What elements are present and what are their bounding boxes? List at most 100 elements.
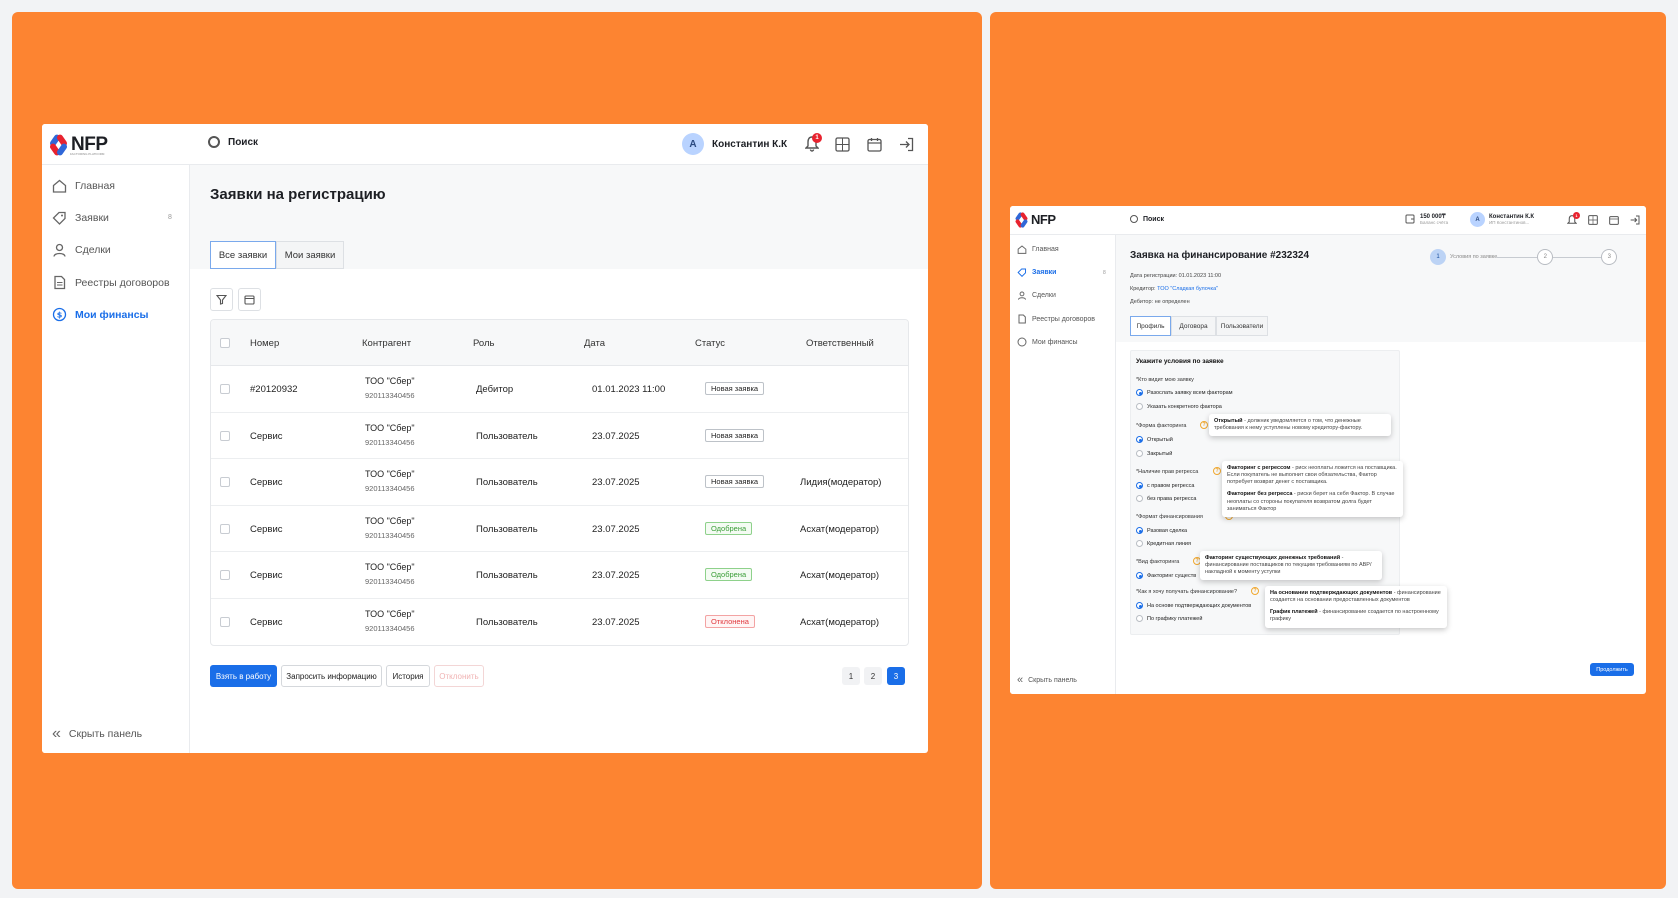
option-send-all[interactable]: Разослать заявку всем факторам bbox=[1136, 389, 1232, 396]
help-icon[interactable]: ? bbox=[1213, 467, 1221, 475]
search[interactable]: Поиск bbox=[208, 136, 258, 148]
sidebar-item-label: Заявки bbox=[75, 212, 109, 224]
request-info-button[interactable]: Запросить информацию bbox=[281, 665, 382, 687]
logout-button[interactable] bbox=[1628, 213, 1642, 227]
cell-date: 23.07.2025 bbox=[592, 570, 640, 581]
bell-button[interactable]: 1 bbox=[802, 133, 822, 154]
row-checkbox[interactable] bbox=[220, 523, 230, 534]
take-in-work-button[interactable]: Взять в работу bbox=[210, 665, 277, 687]
stepper: 1 Условия по заявке 2 3 bbox=[1430, 249, 1618, 265]
collapse-sidebar-button[interactable]: « Скрыть панель bbox=[1017, 674, 1077, 686]
tooltip-factoring-type: Факторинг существующих денежных требован… bbox=[1200, 551, 1382, 581]
table-row[interactable]: Сервис ТОО "Сбер" 920113340456 Пользователь… bbox=[211, 506, 908, 552]
history-button[interactable]: История bbox=[386, 665, 430, 687]
help-icon[interactable]: ? bbox=[1200, 421, 1208, 429]
calendar-button[interactable] bbox=[864, 134, 884, 154]
row-checkbox[interactable] bbox=[220, 570, 230, 580]
brand-subtitle: FACTORING PLATFORM bbox=[70, 152, 105, 156]
sidebar-item-requests[interactable]: Заявки bbox=[52, 211, 109, 225]
sidebar-item-home[interactable]: Главная bbox=[52, 179, 115, 193]
dollar-icon: $ bbox=[52, 307, 67, 322]
sidebar-item-home[interactable]: Главная bbox=[1017, 245, 1059, 254]
table-row[interactable]: #20120932 ТОО "Сбер" 920113340456 Дебитор 01… bbox=[211, 366, 908, 413]
row-checkbox[interactable] bbox=[220, 616, 230, 627]
page-2-button[interactable]: 2 bbox=[864, 667, 882, 685]
cell-number: #20120932 bbox=[250, 384, 298, 395]
radio-icon bbox=[1136, 450, 1143, 457]
option-label: Факторинг существ bbox=[1147, 572, 1197, 579]
tab-users[interactable]: Пользователи bbox=[1216, 316, 1268, 336]
logo-mark-icon bbox=[1014, 211, 1029, 229]
tooltip-financing-method: На основании подтверждающих документов -… bbox=[1265, 586, 1447, 628]
status-badge: Новая заявка bbox=[705, 428, 765, 442]
sidebar-item-label: Реестры договоров bbox=[75, 276, 170, 289]
option-label: без права регресса bbox=[1147, 495, 1197, 502]
option-without-recourse[interactable]: без права регресса bbox=[1136, 495, 1196, 502]
calendar-icon bbox=[866, 137, 882, 152]
col-responsible: Ответственный bbox=[806, 338, 874, 349]
creditor-link[interactable]: ТОО "Сладкая булочка" bbox=[1157, 286, 1218, 292]
calculator-button[interactable] bbox=[832, 134, 852, 154]
date-filter-button[interactable] bbox=[238, 288, 261, 311]
sidebar-item-finances[interactable]: Мои финансы bbox=[1017, 337, 1077, 347]
table-row[interactable]: Сервис ТОО "Сбер" 920113340456 Пользователь… bbox=[211, 413, 908, 459]
tab-contracts[interactable]: Договора bbox=[1171, 316, 1216, 336]
sidebar-item-deals[interactable]: Сделки bbox=[52, 243, 111, 257]
option-closed[interactable]: Закрытый bbox=[1136, 450, 1172, 457]
radio-icon bbox=[1136, 540, 1143, 547]
tooltip-term: Открытый bbox=[1214, 418, 1243, 424]
option-one-time-deal[interactable]: Разовая сделка bbox=[1136, 527, 1187, 534]
calculator-button[interactable] bbox=[1586, 213, 1600, 227]
tooltip-open-factoring: Открытый - должник уведомляется о том, ч… bbox=[1209, 414, 1391, 437]
help-icon[interactable]: ? bbox=[1251, 587, 1259, 595]
option-credit-line[interactable]: Кредитная линия bbox=[1136, 540, 1191, 547]
top-bar: NFP Поиск 150 000₸ Баланс счёта А Конста… bbox=[1010, 206, 1646, 235]
option-supporting-documents[interactable]: На основе подтверждающих документов bbox=[1136, 602, 1251, 609]
avatar: А bbox=[1470, 212, 1485, 227]
tab-my-requests[interactable]: Мои заявки bbox=[276, 241, 344, 269]
sidebar: Главная Заявки 8 Сделки Реестры договоро… bbox=[1010, 235, 1116, 694]
sidebar-item-finances[interactable]: $ Мои финансы bbox=[52, 307, 149, 322]
collapse-sidebar-button[interactable]: « Скрыть панель bbox=[52, 725, 142, 743]
logout-button[interactable] bbox=[896, 134, 916, 154]
option-label: Разовая сделка bbox=[1147, 527, 1188, 534]
table-row[interactable]: Сервис ТОО "Сбер" 920113340456 Пользователь… bbox=[211, 459, 908, 506]
user-menu[interactable]: А Константин К.К ИП Константинов... bbox=[1470, 212, 1534, 227]
tab-all-requests[interactable]: Все заявки bbox=[210, 241, 276, 269]
filter-icon bbox=[216, 294, 227, 305]
option-existing-claims[interactable]: Факторинг существ bbox=[1136, 572, 1196, 579]
row-checkbox[interactable] bbox=[220, 430, 230, 441]
continue-button[interactable]: Продолжить bbox=[1590, 663, 1634, 676]
row-checkbox[interactable] bbox=[220, 384, 230, 394]
radio-icon bbox=[1136, 527, 1143, 534]
cell-date: 23.07.2025 bbox=[592, 430, 640, 442]
logout-icon bbox=[899, 137, 913, 151]
option-specific-factor[interactable]: Указать конкретного фактора bbox=[1136, 403, 1222, 410]
tab-profile[interactable]: Профиль bbox=[1130, 316, 1171, 336]
step-connector bbox=[1497, 256, 1538, 258]
balance[interactable]: 150 000₸ Баланс счёта bbox=[1405, 213, 1448, 225]
cell-counterparty: ТОО "Сбер" bbox=[365, 515, 415, 526]
sidebar-item-registries[interactable]: Реестры договоров bbox=[1017, 314, 1095, 324]
sidebar-item-registries[interactable]: Реестры договоров bbox=[52, 275, 170, 290]
row-checkbox[interactable] bbox=[220, 477, 230, 487]
page-1-button[interactable]: 1 bbox=[842, 667, 860, 685]
sidebar-item-deals[interactable]: Сделки bbox=[1017, 291, 1056, 300]
reject-button[interactable]: Отклонить bbox=[434, 665, 484, 687]
table-row[interactable]: Сервис ТОО "Сбер" 920113340456 Пользователь… bbox=[211, 599, 908, 646]
table-row[interactable]: Сервис ТОО "Сбер" 920113340456 Пользователь… bbox=[211, 552, 908, 599]
option-payment-schedule[interactable]: По графику платежей bbox=[1136, 615, 1202, 622]
user-menu[interactable]: А Константин К.К bbox=[682, 133, 787, 155]
cell-counterparty-id: 920113340456 bbox=[365, 530, 415, 540]
filter-button[interactable] bbox=[210, 288, 233, 311]
bell-button[interactable]: 1 bbox=[1565, 212, 1580, 227]
select-all-checkbox[interactable] bbox=[220, 338, 230, 348]
question-receive-financing: *Как я хочу получать финансирование? bbox=[1136, 589, 1238, 595]
status-badge: Новая заявка bbox=[705, 382, 765, 395]
search[interactable]: Поиск bbox=[1130, 215, 1164, 223]
option-open[interactable]: Открытый bbox=[1136, 436, 1173, 443]
option-with-recourse[interactable]: с правом регресса bbox=[1136, 482, 1194, 489]
page-3-button[interactable]: 3 bbox=[887, 667, 905, 685]
sidebar-item-requests[interactable]: Заявки bbox=[1017, 268, 1056, 277]
calendar-button[interactable] bbox=[1607, 213, 1621, 227]
